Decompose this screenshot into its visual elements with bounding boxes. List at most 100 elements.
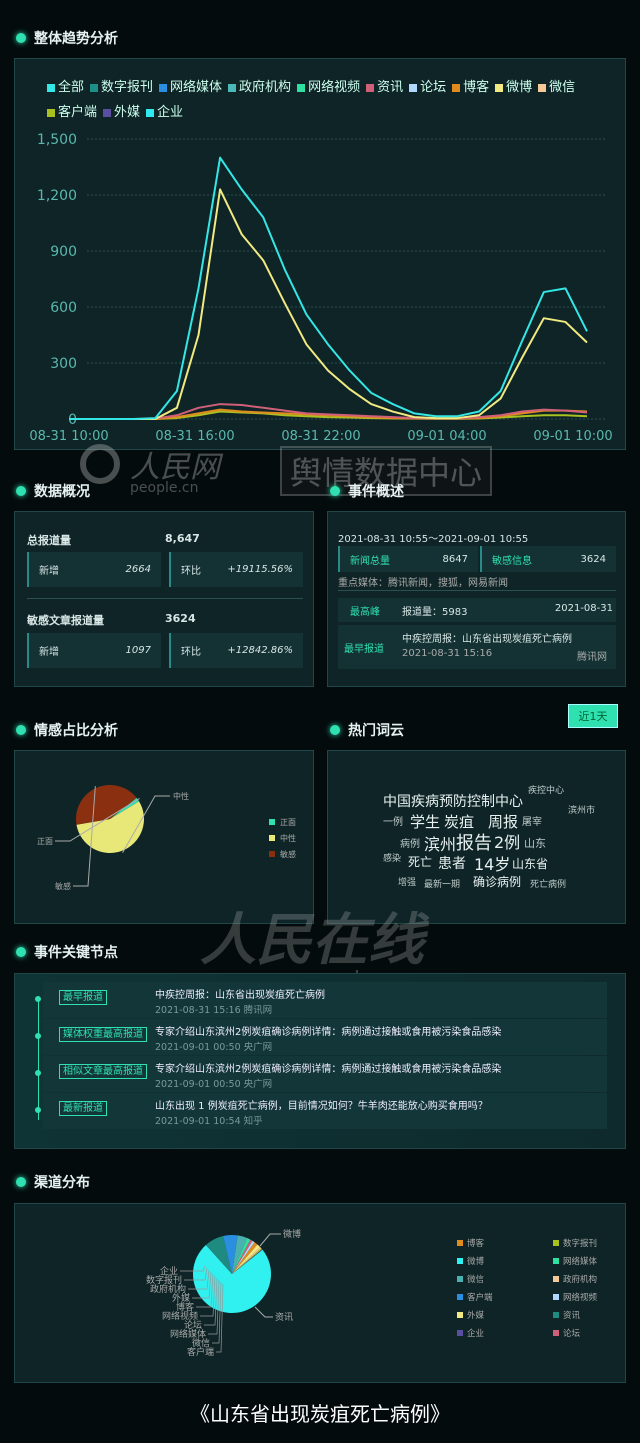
node-tag: 最新报道: [59, 1101, 107, 1116]
node-title[interactable]: 专家介绍山东滨州2例炭疽确诊病例详情：病例通过接触或食用被污染食品感染: [155, 1060, 501, 1075]
node-meta: 2021-09-01 00:50 央广网: [155, 1042, 273, 1053]
legend-label[interactable]: 微信: [467, 1274, 485, 1285]
word-cloud-word[interactable]: 一例: [383, 813, 403, 828]
legend-label[interactable]: 外媒: [467, 1310, 485, 1321]
legend-label[interactable]: 微博: [467, 1256, 485, 1267]
legend-label[interactable]: 博客: [467, 1238, 485, 1249]
word-cloud-word[interactable]: 患者: [438, 853, 466, 873]
watermark-people: 人民网 people.cn 舆情数据中心: [80, 440, 560, 500]
legend-label[interactable]: 客户端: [467, 1292, 493, 1303]
node-title[interactable]: 专家介绍山东滨州2例炭疽确诊病例详情：病例通过接触或食用被污染食品感染: [155, 1023, 501, 1038]
section-title-nodes: 事件关键节点: [16, 942, 118, 962]
divider: [27, 598, 303, 599]
ratio-value: +12842.86%: [227, 645, 293, 656]
node-title[interactable]: 中疾控周报：山东省出现炭疽死亡病例: [155, 986, 325, 1001]
word-cloud-word[interactable]: 病例: [400, 835, 420, 850]
legend-label[interactable]: 正面: [280, 818, 296, 827]
nodes-panel: 最早报道 中疾控周报：山东省出现炭疽死亡病例 2021-08-31 15:16 腾讯…: [14, 973, 626, 1149]
bullet-icon: [330, 486, 340, 496]
legend-swatch-icon: [457, 1276, 463, 1282]
legend-swatch-icon: [553, 1294, 559, 1300]
legend-label[interactable]: 数字报刊: [563, 1238, 597, 1249]
range-button[interactable]: 近1天: [568, 704, 618, 728]
sensitive-info-label: 敏感信息: [492, 555, 532, 567]
word-cloud-word[interactable]: 确诊病例: [473, 873, 521, 890]
legend-swatch-icon: [553, 1240, 559, 1246]
pie-label: 敏感: [55, 881, 71, 891]
word-cloud-word[interactable]: 山东省: [512, 855, 548, 872]
peak-count: 报道量：5983: [402, 607, 468, 618]
word-cloud-word[interactable]: 感染: [383, 851, 401, 864]
pie-label: 客户端: [187, 1346, 214, 1358]
key-media: 重点媒体：腾讯新闻，搜狐，网易新闻: [338, 578, 508, 589]
legend-swatch-icon: [553, 1276, 559, 1282]
word-cloud-word[interactable]: 死亡病例: [530, 877, 566, 890]
word-cloud-word[interactable]: 2例: [494, 829, 520, 853]
bullet-icon: [16, 33, 26, 43]
section-title-sentiment: 情感占比分析: [16, 720, 118, 740]
channel-pie-chart: 微博资讯企业数字报刊政府机构外媒博客网络视频论坛网络媒体微信客户端博客 数字报刊微…: [146, 1228, 598, 1358]
legend-swatch-icon: [457, 1240, 463, 1246]
first-report-label: 最早报道: [344, 644, 384, 655]
section-title-overview: 数据概况: [16, 481, 90, 501]
node-title[interactable]: 山东出现 1 例炭疽死亡病例，目前情况如何？牛羊肉还能放心购买食用吗？: [155, 1097, 488, 1112]
pie-label: 中性: [173, 791, 189, 801]
node-tag: 最早报道: [59, 990, 107, 1005]
legend-swatch-icon: [457, 1312, 463, 1318]
trend-line-chart: 03006009001,2001,50008-31 10:00 08-31 16:…: [29, 132, 612, 444]
divider: [338, 590, 616, 591]
word-cloud-word[interactable]: 死亡: [408, 853, 432, 870]
legend-label[interactable]: 网络媒体: [563, 1256, 598, 1267]
news-total-label: 新闻总量: [350, 555, 390, 567]
section-title-channel: 渠道分布: [16, 1172, 90, 1192]
ratio-label: 环比: [181, 647, 201, 658]
y-tick-label: 1,200: [37, 188, 77, 204]
legend-swatch-icon: [269, 835, 275, 841]
node-dot-icon: [35, 1033, 41, 1039]
ratio-label: 环比: [181, 566, 201, 577]
word-cloud-word[interactable]: 疾控中心: [528, 783, 564, 796]
word-cloud-word[interactable]: 滨州市: [568, 803, 595, 816]
watermark-logo-text: 人民在线: [200, 908, 424, 973]
word-cloud-word[interactable]: 中国疾病预防控制中心: [383, 791, 523, 811]
first-report-title[interactable]: 中疾控周报：山东省出现炭疽死亡病例: [402, 630, 572, 645]
first-report-time: 2021-08-31 15:16: [402, 648, 493, 659]
section-title-wordcloud: 热门词云: [330, 720, 404, 740]
legend-swatch-icon: [269, 851, 275, 857]
section-title-event: 事件概述: [330, 481, 404, 501]
timeline-node[interactable]: 最新报道 山东出现 1 例炭疽死亡病例，目前情况如何？牛羊肉还能放心购买食用吗？ 2…: [35, 1093, 607, 1129]
total-label: 总报道量: [27, 534, 71, 547]
timeline-node[interactable]: 媒体权重最高报道 专家介绍山东滨州2例炭疽确诊病例详情：病例通过接触或食用被污染食…: [35, 1019, 607, 1055]
pie-leader-line: [259, 1233, 281, 1247]
word-cloud-word[interactable]: 山东: [524, 835, 546, 851]
word-cloud-word[interactable]: 14岁: [474, 851, 510, 875]
watermark-url: people.cn: [130, 480, 199, 496]
word-cloud-word[interactable]: 滨州: [424, 831, 456, 855]
word-cloud-word[interactable]: 最新一期: [424, 877, 460, 890]
word-cloud-word[interactable]: 学生: [410, 811, 440, 832]
legend-label[interactable]: 企业: [467, 1328, 484, 1339]
legend-swatch-icon: [457, 1330, 463, 1336]
trend-panel: 全部 数字报刊 网络媒体 政府机构 网络视频 资讯 论坛 博客 微博 微信 客户端 外媒 企业 0 300…: [14, 58, 626, 450]
event-panel: 2021-08-31 10:55～2021-09-01 10:55 新闻总量 86…: [327, 511, 626, 687]
sensitive-label: 敏感文章报道量: [27, 614, 104, 627]
channel-panel: 微博 资讯 企业 数字报刊 政府机构 外媒 博客 网络视频 论坛 网络媒体 微信 客户端 博客 数字报刊微…: [14, 1203, 626, 1383]
bullet-icon: [16, 1177, 26, 1187]
node-meta: 2021-09-01 10:54 知乎: [155, 1116, 263, 1127]
timeline-node[interactable]: 最早报道 中疾控周报：山东省出现炭疽死亡病例 2021-08-31 15:16 腾讯…: [35, 982, 607, 1018]
y-tick-label: 300: [50, 356, 77, 372]
legend-label[interactable]: 中性: [280, 833, 296, 843]
series-line-全部: [69, 156, 588, 420]
bullet-icon: [16, 947, 26, 957]
node-meta: 2021-09-01 00:50 央广网: [155, 1079, 273, 1090]
legend-label[interactable]: 论坛: [563, 1328, 581, 1339]
legend-label[interactable]: 资讯: [563, 1310, 581, 1321]
word-cloud-word[interactable]: 屠宰: [522, 813, 542, 828]
timeline-node[interactable]: 相似文章最高报道 专家介绍山东滨州2例炭疽确诊病例详情：病例通过接触或食用被污染食…: [35, 1056, 607, 1092]
word-cloud-word[interactable]: 增强: [398, 875, 416, 888]
total-value: 8,647: [165, 532, 200, 545]
legend-label[interactable]: 网络视频: [563, 1292, 598, 1303]
legend-swatch-icon: [457, 1258, 463, 1264]
legend-label[interactable]: 政府机构: [563, 1274, 597, 1285]
legend-label[interactable]: 敏感: [280, 849, 296, 859]
